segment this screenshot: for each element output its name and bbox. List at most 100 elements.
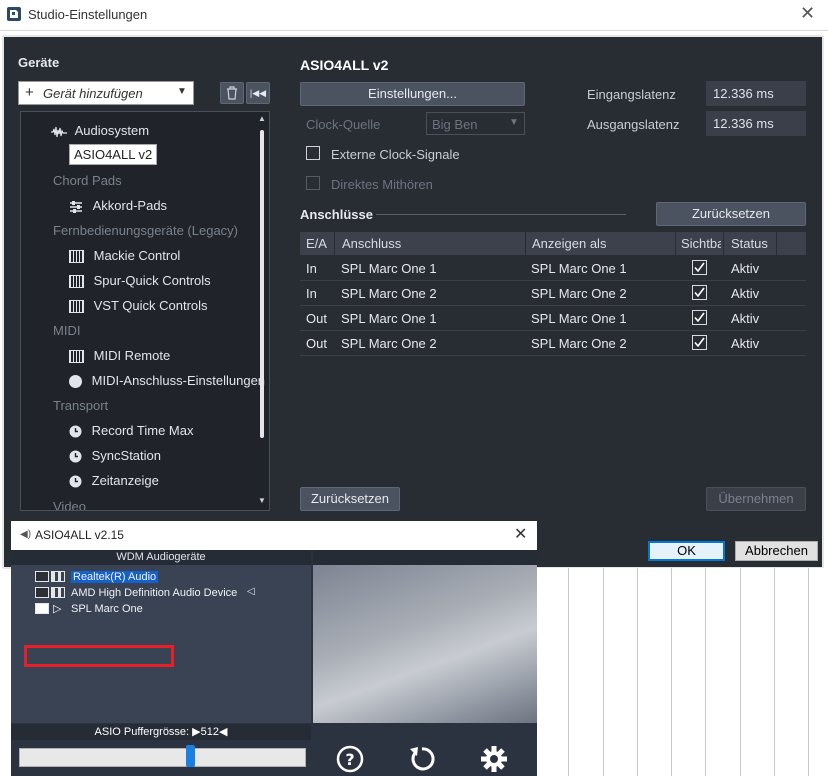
power-icon[interactable] bbox=[35, 571, 49, 582]
tree-category-video: Video bbox=[53, 496, 87, 511]
tree-item-midi-port-settings[interactable]: MIDI-Anschluss-Einstellungen bbox=[69, 370, 265, 392]
tree-item-syncstation[interactable]: SyncStation bbox=[69, 445, 161, 467]
device-heading: ASIO4ALL v2 bbox=[300, 57, 389, 73]
tree-item-asio4all[interactable]: ASIO4ALL v2 bbox=[69, 144, 158, 166]
reset-icon[interactable] bbox=[407, 744, 437, 774]
buffer-size-label: ASIO Puffergrösse: ▶512◀ bbox=[11, 724, 311, 740]
power-icon[interactable] bbox=[35, 603, 49, 614]
cell-io: In bbox=[306, 261, 317, 276]
visible-checkbox[interactable] bbox=[692, 335, 707, 350]
cell-show-as[interactable]: SPL Marc One 2 bbox=[531, 286, 627, 301]
clock-icon bbox=[69, 475, 82, 488]
svg-text:?: ? bbox=[345, 750, 354, 769]
tree-item-record-time-max[interactable]: Record Time Max bbox=[69, 420, 194, 442]
tree-item-label: Spur-Quick Controls bbox=[93, 273, 211, 288]
keyboard-icon bbox=[69, 275, 84, 289]
external-clock-checkbox[interactable] bbox=[306, 146, 320, 160]
close-icon[interactable]: ✕ bbox=[514, 524, 527, 544]
table-header: E/A Anschluss Anzeigen als Sichtba Statu… bbox=[300, 232, 806, 255]
tree-item-mackie-control[interactable]: Mackie Control bbox=[69, 245, 180, 267]
tree-category-chord-pads: Chord Pads bbox=[53, 170, 122, 192]
tree-item-label: SyncStation bbox=[91, 448, 161, 463]
reset-ports-button[interactable]: Zurücksetzen bbox=[656, 202, 806, 226]
close-icon[interactable]: ✕ bbox=[800, 3, 815, 24]
play-icon[interactable]: ▷ bbox=[53, 602, 61, 615]
settings-button[interactable]: Einstellungen... bbox=[300, 82, 525, 106]
title-bar: Studio-Einstellungen ✕ bbox=[0, 0, 828, 31]
visible-checkbox[interactable] bbox=[692, 260, 707, 275]
cell-status: Aktiv bbox=[731, 336, 760, 351]
cell-status: Aktiv bbox=[731, 261, 760, 276]
apply-button: Übernehmen bbox=[706, 487, 806, 511]
tree-item-label: VST Quick Controls bbox=[93, 298, 208, 313]
pause-icon[interactable] bbox=[51, 587, 65, 598]
add-device-label: Gerät hinzufügen bbox=[43, 86, 143, 101]
category-label: Chord Pads bbox=[53, 173, 122, 188]
tree-item-label: Zeitanzeige bbox=[91, 473, 159, 488]
plus-icon: + bbox=[25, 84, 34, 101]
reset-device-button[interactable]: |◀◀ bbox=[246, 82, 270, 104]
cell-port: SPL Marc One 1 bbox=[341, 261, 437, 276]
table-row[interactable]: In SPL Marc One 2 SPL Marc One 2 Aktiv bbox=[300, 281, 806, 306]
tree-scrollbar[interactable]: ▲ ▼ bbox=[257, 114, 267, 508]
output-latency-value: 12.336 ms bbox=[706, 111, 806, 136]
tree-item-label: Akkord-Pads bbox=[92, 198, 168, 213]
tree-category-transport: Transport bbox=[53, 395, 108, 417]
keyboard-icon bbox=[69, 350, 84, 364]
column-header[interactable]: E/A bbox=[306, 236, 327, 251]
tree-item-vst-quick-controls[interactable]: VST Quick Controls bbox=[69, 295, 208, 317]
visible-checkbox[interactable] bbox=[692, 285, 707, 300]
trash-icon bbox=[227, 86, 237, 100]
clock-source-label: Clock-Quelle bbox=[306, 117, 381, 132]
add-device-dropdown[interactable]: + Gerät hinzufügen ▼ bbox=[18, 81, 194, 105]
tree-item-midi-remote[interactable]: MIDI Remote bbox=[69, 345, 170, 367]
tree-item-audiosystem[interactable]: Audiosystem bbox=[51, 120, 149, 142]
midi-port-icon bbox=[69, 375, 82, 389]
scroll-up-icon[interactable]: ▲ bbox=[257, 114, 267, 123]
cancel-button[interactable]: Abbrechen bbox=[735, 541, 818, 561]
tree-item-spur-quick-controls[interactable]: Spur-Quick Controls bbox=[69, 270, 211, 292]
tree-item-zeitanzeige[interactable]: Zeitanzeige bbox=[69, 470, 159, 492]
slider-thumb[interactable] bbox=[186, 745, 195, 767]
cell-port: SPL Marc One 1 bbox=[341, 311, 437, 326]
asio-title-bar: ◀) ASIO4ALL v2.15 ✕ bbox=[11, 521, 537, 550]
column-header[interactable]: Anzeigen als bbox=[532, 236, 606, 251]
pause-icon[interactable] bbox=[51, 571, 65, 582]
tree-item-akkord-pads[interactable]: Akkord-Pads bbox=[69, 195, 167, 217]
cell-show-as[interactable]: SPL Marc One 1 bbox=[531, 311, 627, 326]
power-icon[interactable] bbox=[35, 587, 49, 598]
speaker-icon: ◁ bbox=[247, 586, 255, 597]
tree-item-label: MIDI Remote bbox=[93, 348, 171, 363]
ok-button[interactable]: OK bbox=[648, 541, 725, 561]
cell-status: Aktiv bbox=[731, 286, 760, 301]
device-name: SPL Marc One bbox=[71, 603, 143, 615]
column-header[interactable]: Anschluss bbox=[342, 236, 401, 251]
skip-back-icon: |◀◀ bbox=[249, 88, 267, 98]
tree-item-label: Mackie Control bbox=[93, 248, 181, 263]
device-tree[interactable]: Audiosystem ASIO4ALL v2 Chord Pads Akkor… bbox=[20, 111, 270, 511]
background-piano-keys bbox=[536, 568, 828, 776]
table-row[interactable]: In SPL Marc One 1 SPL Marc One 1 Aktiv bbox=[300, 256, 806, 281]
visible-checkbox[interactable] bbox=[692, 310, 707, 325]
reset-button[interactable]: Zurücksetzen bbox=[300, 487, 400, 511]
help-icon[interactable]: ? bbox=[335, 744, 365, 774]
column-header[interactable]: Status bbox=[731, 236, 768, 251]
waveform-icon bbox=[51, 126, 67, 137]
direct-monitor-checkbox bbox=[306, 176, 320, 190]
delete-device-button[interactable] bbox=[220, 82, 244, 104]
scrollbar-thumb[interactable] bbox=[260, 130, 264, 438]
table-row[interactable]: Out SPL Marc One 2 SPL Marc One 2 Aktiv bbox=[300, 331, 806, 356]
cell-show-as[interactable]: SPL Marc One 2 bbox=[531, 336, 627, 351]
gear-icon[interactable] bbox=[479, 744, 509, 774]
table-row[interactable]: Out SPL Marc One 1 SPL Marc One 1 Aktiv bbox=[300, 306, 806, 331]
category-label: Video bbox=[53, 499, 87, 511]
cell-io: Out bbox=[306, 336, 327, 351]
column-header[interactable]: Sichtba bbox=[681, 236, 721, 251]
piano-image bbox=[313, 565, 537, 723]
cell-show-as[interactable]: SPL Marc One 1 bbox=[531, 261, 627, 276]
scroll-down-icon[interactable]: ▼ bbox=[257, 496, 267, 505]
input-latency-label: Eingangslatenz bbox=[587, 87, 676, 102]
cell-io: In bbox=[306, 286, 317, 301]
buffer-size-slider[interactable] bbox=[19, 748, 306, 767]
clock-source-select[interactable]: Big Ben ▼ bbox=[426, 112, 525, 135]
